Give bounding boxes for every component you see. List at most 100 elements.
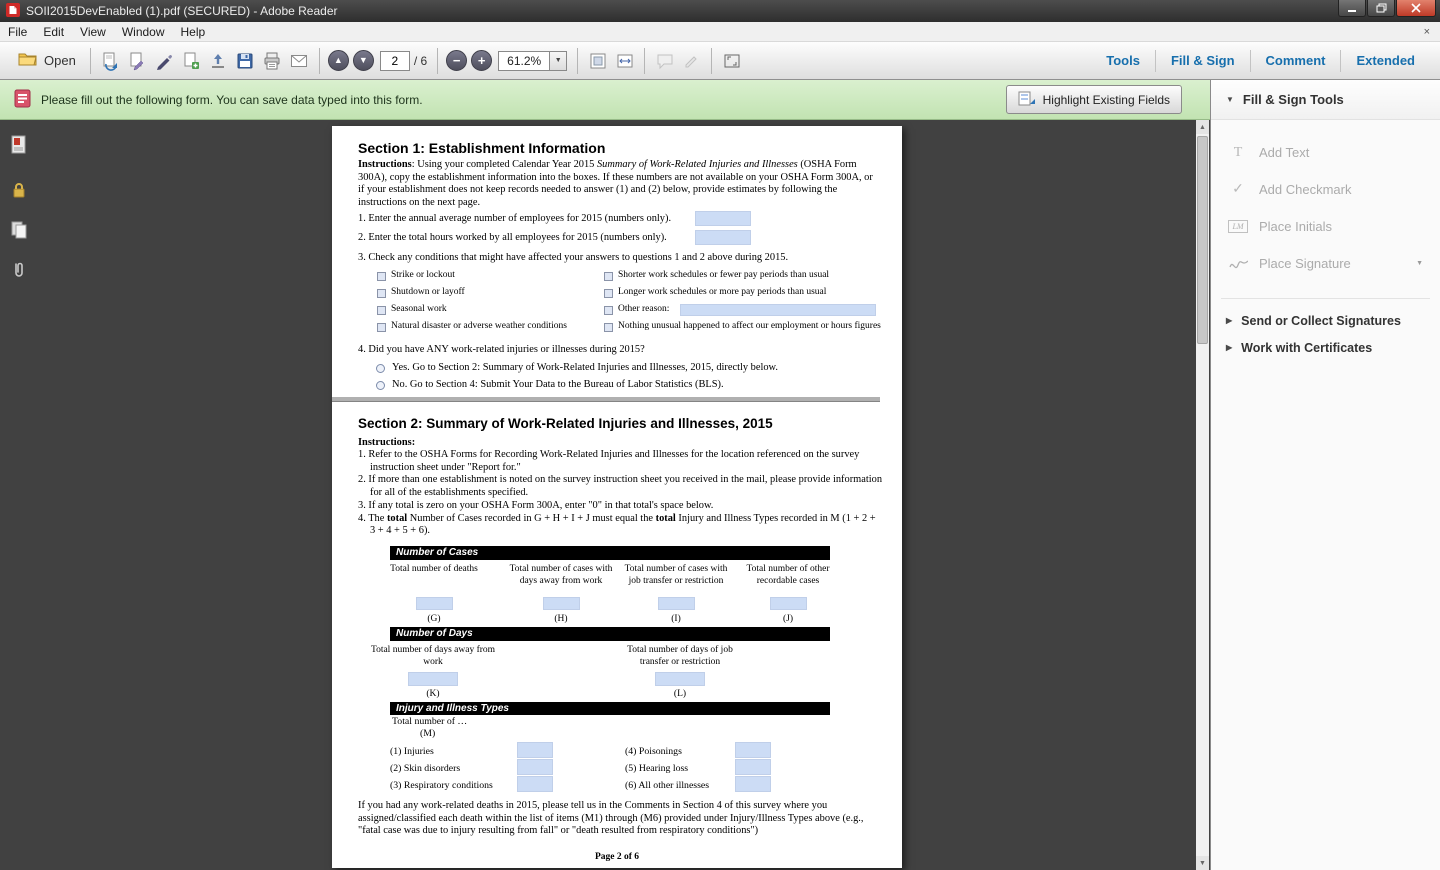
highlight-text-icon[interactable] (678, 47, 705, 74)
signature-dropdown-icon[interactable]: ▼ (1416, 260, 1423, 267)
down-arrow-icon: ▼ (359, 56, 368, 65)
col-header-other-recordable: Total number of other recordable cases (733, 564, 843, 587)
zoom-dropdown-icon[interactable]: ▼ (549, 52, 566, 70)
field-H[interactable] (543, 597, 580, 610)
work-with-certificates-section[interactable]: ▶ Work with Certificates (1211, 334, 1440, 361)
create-pdf-icon[interactable] (178, 47, 205, 74)
menu-help[interactable]: Help (173, 23, 214, 41)
section-divider (332, 397, 880, 402)
checkbox-longer-schedules[interactable] (604, 289, 613, 298)
fit-width-icon[interactable] (611, 47, 638, 74)
expand-triangle-icon: ▶ (1226, 343, 1232, 352)
tab-fill-sign[interactable]: Fill & Sign (1156, 53, 1250, 68)
previous-page-button[interactable]: ▲ (328, 50, 349, 71)
add-text-tool[interactable]: T Add Text (1211, 134, 1440, 171)
title-bar: SOII2015DevEnabled (1).pdf (SECURED) - A… (0, 0, 1440, 22)
question-4-label: 4. Did you have ANY work-related injurie… (358, 344, 645, 357)
field-M4-poisonings[interactable] (735, 742, 771, 758)
tab-comment[interactable]: Comment (1251, 53, 1341, 68)
email-icon[interactable] (286, 47, 313, 74)
menu-view[interactable]: View (72, 23, 114, 41)
zoom-in-button[interactable]: + (471, 50, 492, 71)
fullscreen-icon[interactable] (718, 47, 745, 74)
sign-pen-icon[interactable] (151, 47, 178, 74)
checkbox-natural-disaster[interactable] (377, 323, 386, 332)
scroll-up-button[interactable]: ▲ (1196, 120, 1209, 134)
add-checkmark-tool[interactable]: ✓ Add Checkmark (1211, 171, 1440, 208)
tab-tools[interactable]: Tools (1091, 53, 1155, 68)
checkbox-other-reason[interactable] (604, 306, 613, 315)
field-L[interactable] (655, 672, 705, 686)
fill-sign-doc-icon[interactable] (124, 47, 151, 74)
checkbox-label-nothing: Nothing unusual happened to affect our e… (618, 321, 881, 333)
comment-bubble-icon[interactable] (651, 47, 678, 74)
menu-file[interactable]: File (0, 23, 35, 41)
place-initials-tool[interactable]: LM Place Initials (1211, 208, 1440, 245)
number-of-days-header: Number of Days (390, 627, 830, 641)
menu-window[interactable]: Window (114, 23, 173, 41)
letter-L: (L) (615, 689, 745, 699)
checkbox-shutdown-or-layoff[interactable] (377, 289, 386, 298)
checkbox-nothing-unusual[interactable] (604, 323, 613, 332)
adobe-reader-app-icon (6, 3, 20, 20)
field-G[interactable] (416, 597, 453, 610)
zoom-level-select[interactable]: 61.2% ▼ (498, 51, 567, 71)
field-M1-injuries[interactable] (517, 742, 553, 758)
page-number-input[interactable] (380, 51, 410, 71)
share-upload-icon[interactable] (205, 47, 232, 74)
place-signature-tool[interactable]: Place Signature ▼ (1211, 245, 1440, 282)
type-poisonings-label: (4) Poisonings (625, 746, 682, 757)
radio-no[interactable] (376, 381, 385, 390)
field-K[interactable] (408, 672, 458, 686)
field-M3-respiratory[interactable] (517, 776, 553, 792)
print-icon[interactable] (259, 47, 286, 74)
section2-instructions: 1. Refer to the OSHA Forms for Recording… (358, 449, 882, 538)
checkbox-strike-or-lockout[interactable] (377, 272, 386, 281)
pages-panel-icon[interactable] (7, 218, 31, 242)
up-arrow-icon: ▲ (334, 56, 343, 65)
radio-yes[interactable] (376, 364, 385, 373)
section1-instructions: Instructions: Using your completed Calen… (358, 159, 879, 210)
field-I[interactable] (658, 597, 695, 610)
send-collect-signatures-section[interactable]: ▶ Send or Collect Signatures (1211, 307, 1440, 334)
minimize-button[interactable] (1338, 0, 1366, 17)
checkbox-seasonal-work[interactable] (377, 306, 386, 315)
tab-extended[interactable]: Extended (1341, 53, 1430, 68)
field-M6-other-illnesses[interactable] (735, 776, 771, 792)
menu-edit[interactable]: Edit (35, 23, 72, 41)
next-page-button[interactable]: ▼ (353, 50, 374, 71)
highlight-existing-fields-button[interactable]: Highlight Existing Fields (1006, 85, 1182, 114)
security-lock-icon[interactable] (7, 178, 31, 202)
work-with-certificates-label: Work with Certificates (1241, 341, 1372, 355)
toolbar-separator (644, 48, 645, 74)
zoom-out-button[interactable]: − (446, 50, 467, 71)
convert-pdf-icon[interactable] (97, 47, 124, 74)
scroll-down-button[interactable]: ▼ (1196, 856, 1209, 870)
close-button[interactable] (1396, 0, 1436, 17)
zoom-value: 61.2% (499, 52, 549, 70)
deaths-comments-note: If you had any work-related deaths in 20… (358, 800, 880, 838)
field-annual-average-employees[interactable] (695, 211, 751, 226)
field-total-hours-worked[interactable] (695, 230, 751, 245)
field-M5-hearing-loss[interactable] (735, 759, 771, 775)
field-J[interactable] (770, 597, 807, 610)
open-button[interactable]: Open (10, 48, 84, 73)
radio-no-label: No. Go to Section 4: Submit Your Data to… (392, 379, 724, 392)
checkbox-shorter-schedules[interactable] (604, 272, 613, 281)
attachments-paperclip-icon[interactable] (7, 258, 31, 282)
menubar-close-icon[interactable]: × (1424, 26, 1430, 38)
save-icon[interactable] (232, 47, 259, 74)
highlight-fields-label: Highlight Existing Fields (1043, 93, 1170, 107)
s2-instruction-3: 3. If any total is zero on your OSHA For… (358, 500, 882, 513)
restore-button[interactable] (1367, 0, 1395, 17)
scrollbar-thumb[interactable] (1197, 136, 1208, 344)
field-other-reason[interactable] (680, 304, 876, 316)
open-folder-icon (18, 51, 38, 70)
field-M2-skin-disorders[interactable] (517, 759, 553, 775)
place-initials-label: Place Initials (1259, 219, 1332, 234)
fill-sign-panel-header[interactable]: ▼ Fill & Sign Tools (1211, 80, 1440, 120)
letter-J: (J) (733, 614, 843, 624)
vertical-scrollbar[interactable]: ▲ ▼ (1196, 120, 1209, 870)
page-thumbnails-icon[interactable] (7, 133, 31, 157)
actual-size-icon[interactable] (584, 47, 611, 74)
